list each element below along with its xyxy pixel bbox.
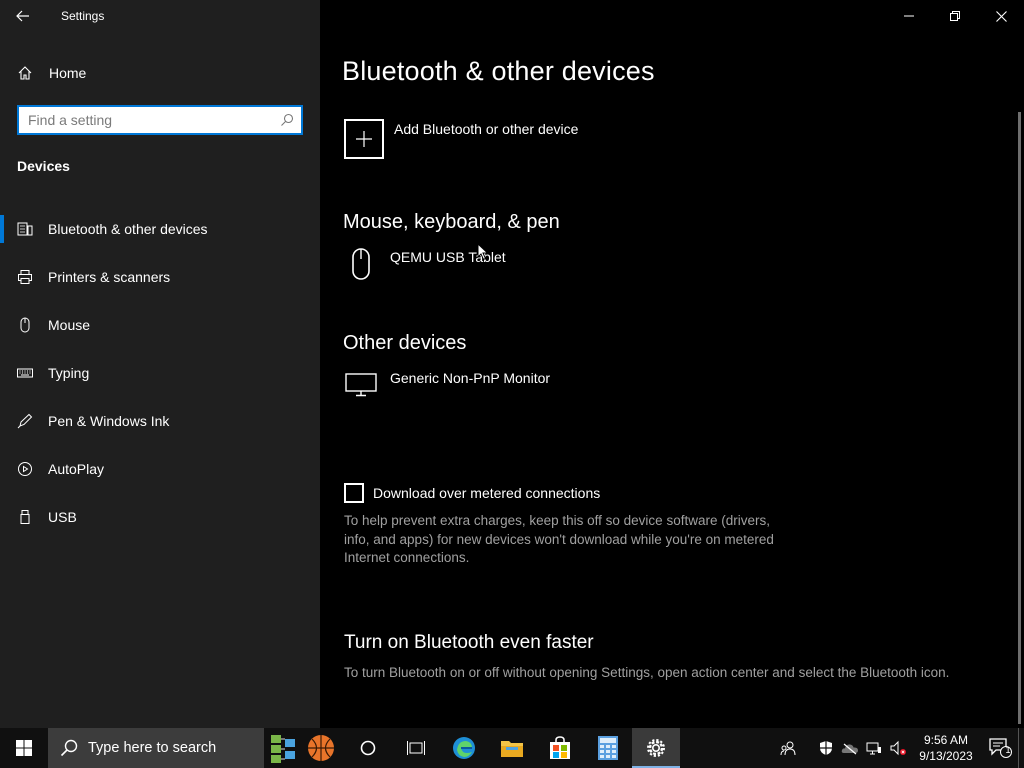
sidebar-item-typing[interactable]: Typing xyxy=(0,349,320,397)
calculator-button[interactable] xyxy=(584,728,632,768)
mouse-icon xyxy=(17,317,33,333)
search-highlight-icon xyxy=(271,735,334,763)
search-highlight-widget[interactable] xyxy=(264,728,344,768)
windows-security-icon xyxy=(820,741,832,755)
network-icon xyxy=(866,742,881,755)
bluetooth-devices-icon xyxy=(17,221,33,237)
onedrive-icon xyxy=(841,743,858,755)
mouse-cursor-icon xyxy=(477,243,489,261)
sidebar-item-mouse[interactable]: Mouse xyxy=(0,301,320,349)
devices-nav: Bluetooth & other devices Printers & sca… xyxy=(0,205,320,541)
taskbar-clock[interactable]: 9:56 AM 9/13/2023 xyxy=(910,732,982,764)
people-icon xyxy=(780,741,796,756)
windows-logo-icon xyxy=(16,740,32,756)
network-button[interactable] xyxy=(862,728,886,768)
home-icon xyxy=(18,66,32,80)
sidebar-item-printers[interactable]: Printers & scanners xyxy=(0,253,320,301)
printer-icon xyxy=(17,269,33,285)
store-icon xyxy=(550,736,570,759)
usb-icon xyxy=(17,509,33,525)
taskbar-search-box[interactable]: Type here to search xyxy=(48,728,264,768)
sidebar-item-label: Typing xyxy=(48,365,90,381)
edge-button[interactable] xyxy=(440,728,488,768)
sidebar-item-label: USB xyxy=(48,509,77,525)
show-desktop-button[interactable] xyxy=(1018,728,1024,768)
onedrive-button[interactable] xyxy=(838,728,862,768)
pen-icon xyxy=(17,413,33,429)
sidebar-item-pen[interactable]: Pen & Windows Ink xyxy=(0,397,320,445)
device-name: Generic Non-PnP Monitor xyxy=(390,370,551,386)
restore-button[interactable] xyxy=(932,0,978,32)
sidebar-item-label: Bluetooth & other devices xyxy=(48,221,208,237)
settings-sidebar: Settings Home Devices Bluetooth & other … xyxy=(0,0,320,728)
system-tray: 9:56 AM 9/13/2023 1 xyxy=(776,728,1024,768)
back-arrow-icon xyxy=(16,10,29,22)
settings-search-input[interactable] xyxy=(28,112,273,128)
taskbar-search-text: Type here to search xyxy=(88,740,217,756)
add-icon xyxy=(344,119,384,159)
settings-icon xyxy=(647,739,665,757)
minimize-icon xyxy=(904,15,914,17)
clock-date: 9/13/2023 xyxy=(919,749,973,763)
settings-search-box[interactable] xyxy=(17,105,303,135)
autoplay-icon xyxy=(17,461,33,477)
sidebar-item-label: Printers & scanners xyxy=(48,269,171,285)
clock-time: 9:56 AM xyxy=(923,733,969,747)
sidebar-item-label: AutoPlay xyxy=(48,461,105,477)
mouse-keyboard-pen-heading: Mouse, keyboard, & pen xyxy=(343,211,560,233)
home-label: Home xyxy=(49,65,87,81)
sidebar-item-bluetooth[interactable]: Bluetooth & other devices xyxy=(0,205,320,253)
close-icon xyxy=(995,10,1007,22)
sidebar-item-label: Pen & Windows Ink xyxy=(48,413,170,429)
sidebar-item-label: Mouse xyxy=(48,317,91,333)
monitor-icon xyxy=(344,368,378,402)
cortana-button[interactable] xyxy=(344,728,392,768)
other-devices-heading: Other devices xyxy=(343,332,467,354)
volume-muted-icon xyxy=(890,740,906,756)
device-generic-monitor[interactable]: Generic Non-PnP Monitor xyxy=(344,368,550,402)
edge-icon xyxy=(453,737,475,759)
search-icon xyxy=(60,739,78,757)
store-button[interactable] xyxy=(536,728,584,768)
calculator-icon xyxy=(598,736,618,760)
file-explorer-icon xyxy=(501,741,523,757)
metered-help-text: To help prevent extra charges, keep this… xyxy=(344,513,774,565)
search-icon[interactable] xyxy=(273,113,301,127)
window-controls xyxy=(886,0,1024,32)
page-title: Bluetooth & other devices xyxy=(342,56,655,86)
sidebar-item-usb[interactable]: USB xyxy=(0,493,320,541)
action-center-button[interactable]: 1 xyxy=(982,728,1018,768)
bluetooth-faster-heading: Turn on Bluetooth even faster xyxy=(344,632,594,653)
add-device-label: Add Bluetooth or other device xyxy=(394,121,579,137)
sidebar-item-autoplay[interactable]: AutoPlay xyxy=(0,445,320,493)
taskbar: Type here to search 9:56 AM 9/13/2023 1 xyxy=(0,728,1024,768)
security-button[interactable] xyxy=(814,728,838,768)
bluetooth-faster-help-text: To turn Bluetooth on or off without open… xyxy=(344,665,950,680)
metered-checkbox[interactable] xyxy=(344,483,364,503)
metered-connections-row[interactable]: Download over metered connections xyxy=(344,483,600,503)
add-device-button[interactable]: Add Bluetooth or other device xyxy=(344,119,578,159)
settings-taskbar-button[interactable] xyxy=(632,728,680,768)
content-scrollbar[interactable] xyxy=(1018,112,1021,724)
notification-count: 1 xyxy=(1005,745,1011,755)
restore-icon xyxy=(950,11,960,21)
people-button[interactable] xyxy=(776,728,800,768)
task-view-icon xyxy=(407,741,425,755)
task-view-button[interactable] xyxy=(392,728,440,768)
title-bar: Settings xyxy=(0,0,320,32)
devices-section-title: Devices xyxy=(17,158,70,174)
keyboard-icon xyxy=(17,365,33,381)
start-button[interactable] xyxy=(0,728,48,768)
minimize-button[interactable] xyxy=(886,0,932,32)
app-title: Settings xyxy=(61,9,105,23)
mouse-icon xyxy=(344,247,378,281)
metered-label: Download over metered connections xyxy=(373,485,601,501)
home-nav-item[interactable]: Home xyxy=(0,56,320,90)
back-button[interactable] xyxy=(0,0,46,32)
close-button[interactable] xyxy=(978,0,1024,32)
file-explorer-button[interactable] xyxy=(488,728,536,768)
volume-button[interactable] xyxy=(886,728,910,768)
cortana-icon xyxy=(360,740,376,756)
